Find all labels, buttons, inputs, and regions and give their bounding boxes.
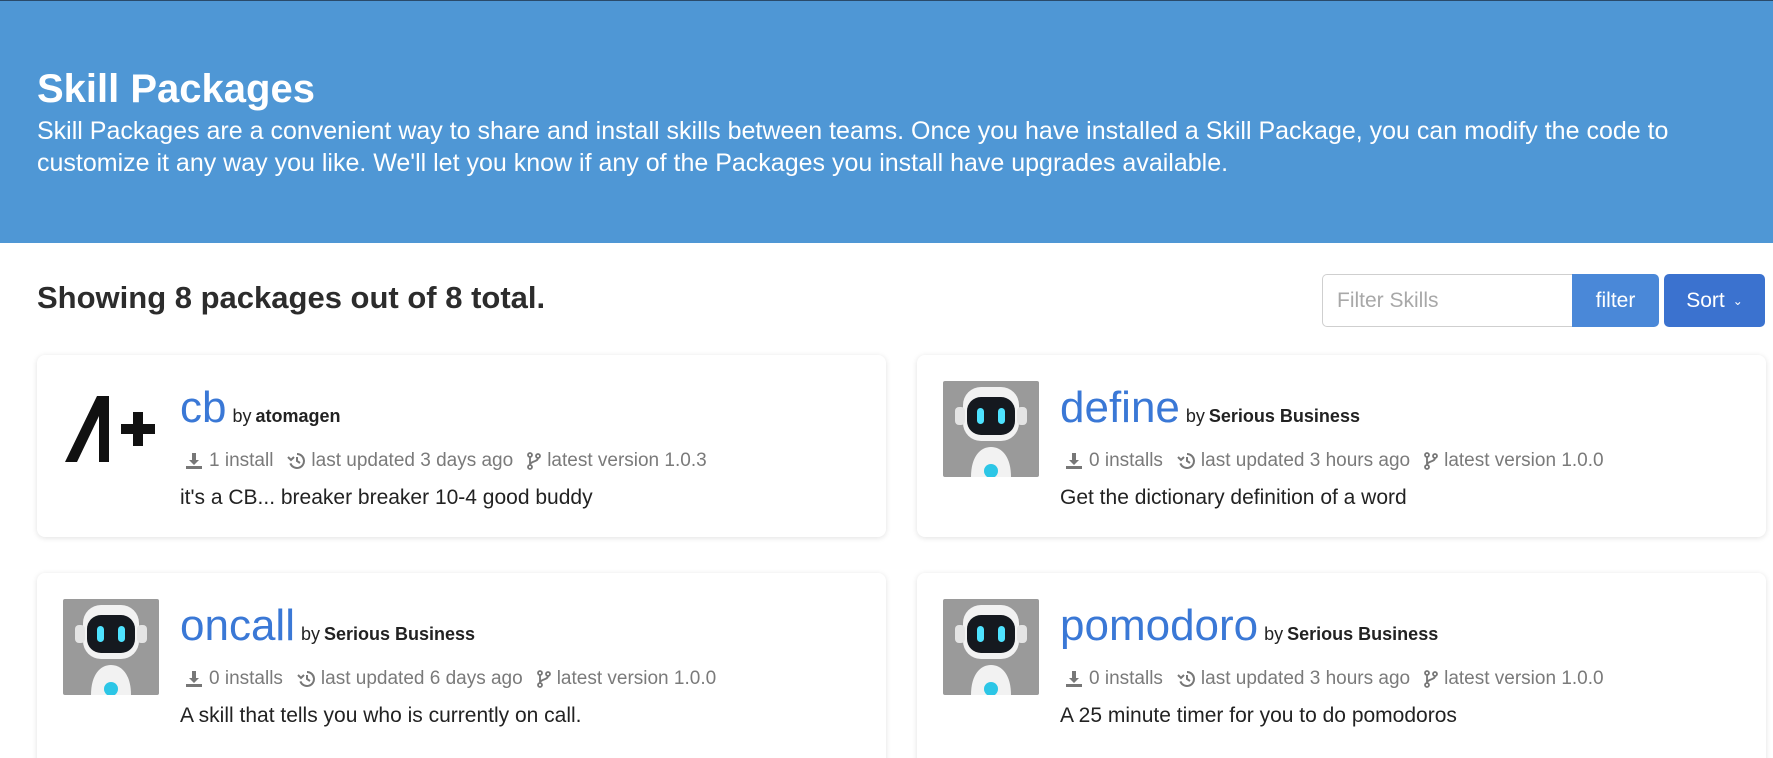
package-name-link[interactable]: oncall	[180, 601, 295, 650]
package-author: Serious Business	[1208, 406, 1360, 426]
updated-stat: last updated 3 days ago	[287, 450, 513, 472]
package-card-pomodoro: pomodoro by Serious Business 0 installs la…	[917, 573, 1766, 758]
package-title-row: oncall by Serious Business	[180, 601, 475, 651]
package-description: it's a CB... breaker breaker 10-4 good b…	[180, 486, 593, 509]
branch-icon	[536, 670, 551, 688]
branch-icon	[527, 452, 542, 470]
updated-stat: last updated 3 hours ago	[1177, 668, 1410, 690]
page-title: Skill Packages	[37, 67, 315, 111]
version-stat: latest version 1.0.0	[536, 668, 716, 690]
installs-stat: 0 installs	[185, 668, 283, 690]
version-stat: latest version 1.0.0	[1424, 450, 1604, 472]
package-description: A 25 minute timer for you to do pomodoro…	[1060, 704, 1457, 727]
robot-avatar-icon	[943, 381, 1039, 477]
robot-avatar-icon	[63, 599, 159, 695]
history-icon	[1177, 671, 1195, 687]
package-meta: 1 install last updated 3 days ago latest…	[185, 450, 707, 472]
download-icon	[1066, 671, 1082, 687]
package-card-cb: cb by atomagen 1 install last updated 3 da…	[37, 355, 886, 537]
package-name-link[interactable]: define	[1060, 383, 1180, 432]
sort-label: Sort	[1686, 288, 1725, 312]
package-meta: 0 installs last updated 3 hours ago late…	[1065, 450, 1604, 472]
chevron-down-icon: ⌄	[1732, 293, 1743, 308]
history-icon	[1177, 453, 1195, 469]
package-meta: 0 installs last updated 3 hours ago late…	[1065, 668, 1604, 690]
version-stat: latest version 1.0.3	[527, 450, 707, 472]
installs-stat: 1 install	[185, 450, 273, 472]
branch-icon	[1424, 452, 1438, 470]
download-icon	[186, 453, 202, 469]
hero-banner: Skill Packages Skill Packages are a conv…	[0, 1, 1773, 243]
version-stat: latest version 1.0.0	[1424, 668, 1604, 690]
updated-stat: last updated 6 days ago	[297, 668, 523, 690]
history-icon	[287, 453, 306, 469]
by-label: by	[300, 624, 320, 644]
package-card-oncall: oncall by Serious Business 0 installs last…	[37, 573, 886, 758]
history-icon	[297, 671, 315, 687]
installs-stat: 0 installs	[1065, 668, 1163, 690]
package-name-link[interactable]: cb	[180, 383, 226, 432]
package-title-row: cb by atomagen	[180, 383, 341, 433]
package-meta: 0 installs last updated 6 days ago lates…	[185, 668, 716, 690]
package-card-define: define by Serious Business 0 installs last…	[917, 355, 1766, 537]
by-label: by	[232, 406, 252, 426]
filter-button[interactable]: filter	[1572, 274, 1659, 327]
package-name-link[interactable]: pomodoro	[1060, 601, 1258, 650]
package-description: Get the dictionary definition of a word	[1060, 486, 1407, 509]
results-summary: Showing 8 packages out of 8 total.	[37, 280, 546, 315]
sort-dropdown-button[interactable]: Sort ⌄	[1664, 274, 1765, 327]
page-description: Skill Packages are a convenient way to s…	[37, 117, 1669, 177]
download-icon	[186, 671, 202, 687]
installs-stat: 0 installs	[1065, 450, 1163, 472]
branch-icon	[1424, 670, 1438, 688]
package-author: atomagen	[255, 406, 341, 426]
package-description: A skill that tells you who is currently …	[180, 704, 582, 727]
atomagen-logo-icon	[63, 381, 159, 477]
robot-avatar-icon	[943, 599, 1039, 695]
by-label: by	[1185, 406, 1205, 426]
package-author: Serious Business	[1287, 624, 1439, 644]
filter-skills-input[interactable]	[1322, 274, 1573, 327]
package-title-row: define by Serious Business	[1060, 383, 1360, 433]
by-label: by	[1264, 624, 1284, 644]
download-icon	[1066, 453, 1082, 469]
package-author: Serious Business	[323, 624, 476, 644]
package-title-row: pomodoro by Serious Business	[1060, 601, 1438, 651]
updated-stat: last updated 3 hours ago	[1177, 450, 1410, 472]
